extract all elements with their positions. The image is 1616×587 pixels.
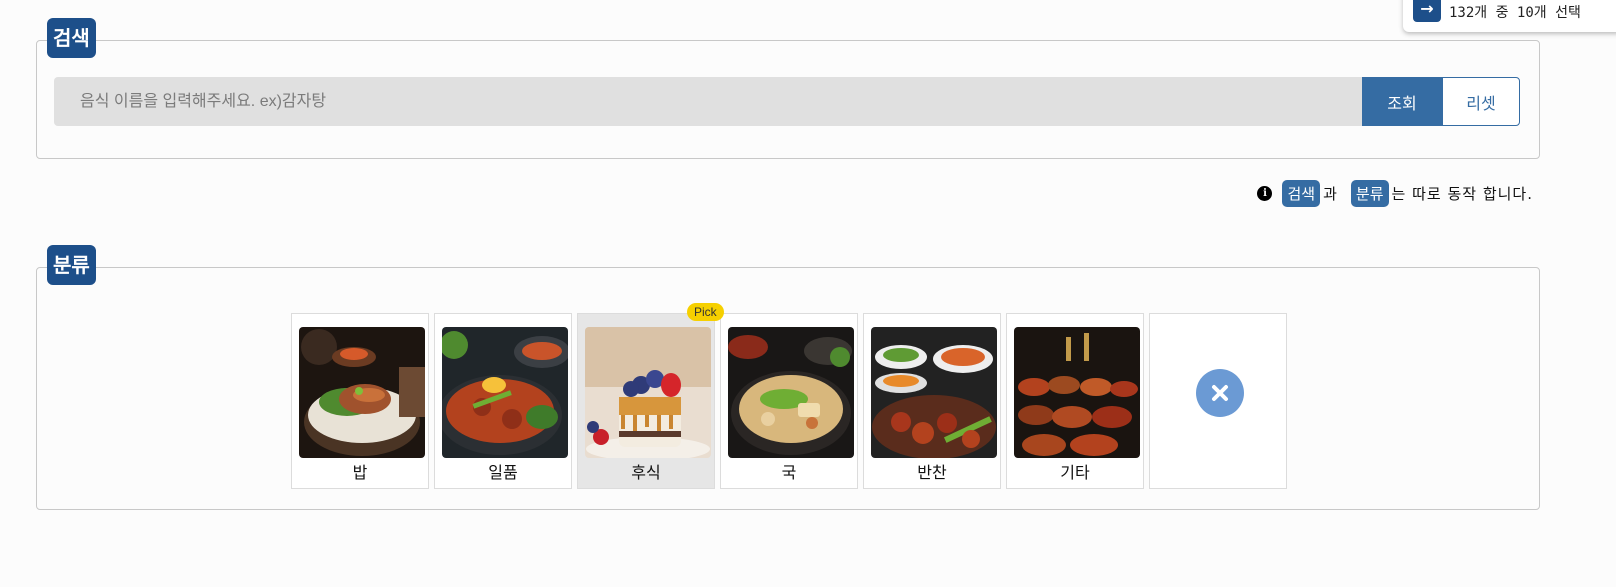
search-legend: 검색 (47, 18, 96, 58)
category-card-side-dish[interactable]: 반찬 (863, 313, 1001, 489)
info-notice: i 검색 과 분류 는 따로 동작 합니다. (1257, 179, 1536, 207)
info-badge-category: 분류 (1350, 179, 1389, 207)
category-label: 국 (781, 463, 797, 482)
info-text-rest: 는 따로 동작 합니다. (1391, 184, 1533, 203)
category-card-main-dish[interactable]: 일품 (434, 313, 572, 489)
search-button[interactable]: 조회 (1362, 77, 1442, 126)
close-icon[interactable] (1196, 369, 1244, 417)
pagination-toast: → 132개 중 10개 선택 (1403, 0, 1616, 32)
category-card-dessert[interactable]: 후식 (577, 313, 715, 489)
category-card-rice[interactable]: 밥 (291, 313, 429, 489)
food-search-input[interactable] (54, 77, 1362, 126)
category-label: 밥 (352, 463, 368, 482)
category-card-etc[interactable]: 기타 (1006, 313, 1144, 489)
category-label: 기타 (1060, 463, 1090, 482)
category-clear-card[interactable] (1149, 313, 1287, 489)
category-label: 일품 (488, 463, 518, 482)
category-label: 반찬 (917, 463, 947, 482)
soup-photo (728, 327, 854, 458)
etc-dishes-photo (1014, 327, 1140, 458)
info-text-and: 과 (1323, 184, 1338, 203)
category-list: 밥 일품 후식 국 반찬 기타 (291, 313, 1287, 489)
info-badge-search: 검색 (1282, 179, 1321, 207)
arrow-right-icon[interactable]: → (1413, 0, 1441, 22)
rice-bowl-photo (299, 327, 425, 458)
pick-badge: Pick (687, 303, 724, 321)
reset-button[interactable]: 리셋 (1442, 77, 1520, 126)
dessert-photo (585, 327, 711, 458)
main-dish-photo (442, 327, 568, 458)
side-dish-photo (871, 327, 997, 458)
category-label: 후식 (631, 463, 661, 482)
toast-text: 132개 중 10개 선택 (1449, 5, 1581, 21)
info-icon: i (1257, 185, 1273, 201)
category-card-soup[interactable]: 국 (720, 313, 858, 489)
category-legend: 분류 (47, 245, 96, 285)
